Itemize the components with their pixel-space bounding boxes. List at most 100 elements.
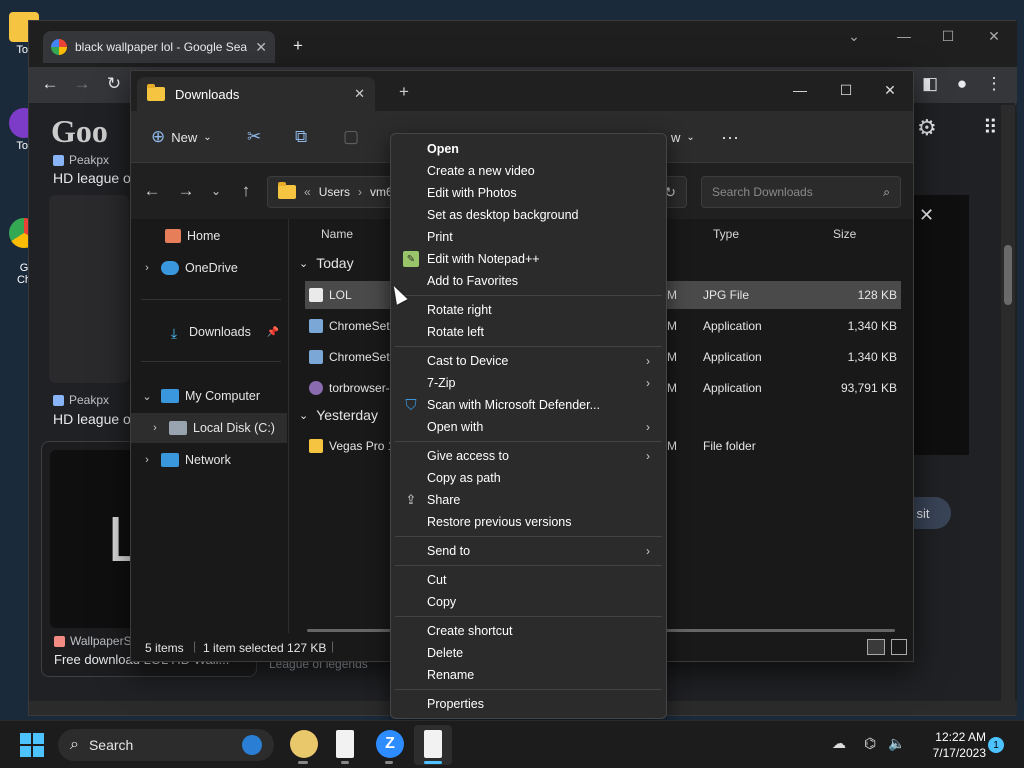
copy-button[interactable]: ⧉	[295, 125, 307, 149]
chevron-right-icon: ›	[646, 544, 650, 558]
forward-icon[interactable]: →	[173, 178, 199, 204]
nav-item-downloads[interactable]: ⤓ Downloads 📌	[131, 317, 287, 347]
column-header-name[interactable]: Name	[321, 227, 353, 241]
menu-item-print[interactable]: Print	[395, 226, 662, 248]
onedrive-offline-icon[interactable]: ☁	[832, 735, 846, 752]
maximize-button[interactable]: ☐	[831, 79, 861, 101]
tiles-view-icon[interactable]	[891, 639, 907, 655]
maximize-button[interactable]: ☐	[933, 25, 963, 47]
breadcrumb-users[interactable]: Users	[319, 185, 350, 199]
notification-badge[interactable]: 1	[988, 737, 1004, 753]
search-placeholder: Search Downloads	[712, 185, 813, 199]
settings-gear-icon[interactable]: ⚙	[917, 115, 937, 141]
column-header-size[interactable]: Size	[833, 227, 856, 241]
menu-item-rename[interactable]: Rename	[395, 664, 662, 686]
menu-item-restore-versions[interactable]: Restore previous versions	[395, 511, 662, 533]
menu-item-cut[interactable]: Cut	[395, 569, 662, 591]
cut-button[interactable]: ✂	[247, 125, 261, 149]
volume-icon[interactable]: 🔈	[888, 735, 905, 752]
minimize-button[interactable]: —	[889, 25, 919, 47]
recent-locations-icon[interactable]: ⌄	[203, 178, 229, 204]
up-icon[interactable]: ↑	[233, 178, 259, 204]
reload-icon[interactable]: ↻	[101, 71, 127, 97]
menu-item-notepad[interactable]: ✎ Edit with Notepad++	[395, 248, 662, 270]
new-tab-button[interactable]: +	[391, 79, 417, 105]
paste-button[interactable]: ▢	[343, 125, 359, 149]
tab-search-icon[interactable]: ⌄	[839, 25, 869, 47]
menu-item-delete[interactable]: Delete	[395, 642, 662, 664]
breadcrumb-overflow[interactable]: «	[304, 185, 311, 199]
scroll-thumb[interactable]	[1004, 245, 1012, 305]
taskbar-app-file-icon[interactable]	[424, 730, 442, 758]
view-button[interactable]: w ⌄	[671, 125, 695, 149]
menu-icon[interactable]: ⋮	[981, 71, 1007, 97]
menu-item-give-access[interactable]: Give access to ›	[395, 445, 662, 467]
more-options-icon[interactable]: ···	[721, 125, 739, 149]
nav-item-home[interactable]: Home	[131, 221, 287, 251]
explorer-tab[interactable]: Downloads ✕	[137, 77, 375, 111]
taskbar-app-zoom-icon[interactable]: Z	[376, 730, 404, 758]
menu-item-7zip[interactable]: 7-Zip ›	[395, 372, 662, 394]
column-header-type[interactable]: Type	[713, 227, 739, 241]
forward-icon[interactable]: →	[69, 71, 95, 97]
menu-item-create-video[interactable]: Create a new video	[395, 160, 662, 182]
taskbar-app-bee-icon[interactable]	[290, 730, 318, 758]
menu-item-add-favorites[interactable]: Add to Favorites	[395, 270, 662, 292]
taskbar-app-document-icon[interactable]	[336, 730, 354, 758]
chevron-right-icon[interactable]: ›	[147, 422, 163, 434]
nav-item-onedrive[interactable]: › OneDrive	[131, 253, 287, 283]
side-panel-icon[interactable]: ◧	[917, 71, 943, 97]
close-button[interactable]: ✕	[979, 25, 1009, 47]
apps-grid-icon[interactable]: ⠿	[983, 115, 998, 140]
menu-item-open[interactable]: Open	[395, 138, 662, 160]
menu-item-copy[interactable]: Copy	[395, 591, 662, 613]
minimize-button[interactable]: —	[785, 79, 815, 101]
chevron-down-icon[interactable]: ⌄	[139, 390, 155, 403]
nav-item-my-computer[interactable]: ⌄ My Computer	[131, 381, 287, 411]
close-tab-icon[interactable]: ✕	[255, 39, 267, 56]
close-tab-icon[interactable]: ✕	[354, 86, 365, 102]
profile-icon[interactable]: ●	[949, 71, 975, 97]
new-button[interactable]: ⊕ New ⌄	[151, 125, 212, 149]
download-arrow-icon: ⤓	[170, 325, 178, 341]
google-doodle[interactable]: Goo	[51, 113, 108, 150]
back-icon[interactable]: ←	[37, 71, 63, 97]
close-button[interactable]: ✕	[875, 79, 905, 101]
close-preview-icon[interactable]: ✕	[919, 205, 934, 226]
result-thumbnail[interactable]	[49, 195, 129, 383]
menu-item-defender[interactable]: ⛉ Scan with Microsoft Defender...	[395, 394, 662, 416]
menu-item-rotate-right[interactable]: Rotate right	[395, 299, 662, 321]
menu-item-create-shortcut[interactable]: Create shortcut	[395, 620, 662, 642]
result-title[interactable]: HD league o	[53, 170, 131, 186]
back-icon[interactable]: ←	[139, 178, 165, 204]
menu-item-edit-photos[interactable]: Edit with Photos	[395, 182, 662, 204]
menu-item-rotate-left[interactable]: Rotate left	[395, 321, 662, 343]
menu-item-send-to[interactable]: Send to ›	[395, 540, 662, 562]
taskbar-search[interactable]: ⌕ Search	[58, 729, 274, 761]
start-button[interactable]	[20, 733, 44, 757]
search-icon: ⌕	[883, 184, 890, 199]
menu-item-share[interactable]: ⇪ Share	[395, 489, 662, 511]
group-header-yesterday[interactable]: ⌄ Yesterday	[299, 407, 378, 423]
menu-item-properties[interactable]: Properties	[395, 693, 662, 715]
chevron-right-icon[interactable]: ›	[139, 454, 155, 466]
nav-item-local-disk[interactable]: › Local Disk (C:)	[131, 413, 287, 443]
search-icon: ⌕	[70, 736, 79, 753]
chrome-vertical-scrollbar[interactable]	[1001, 105, 1015, 705]
chrome-tab[interactable]: black wallpaper lol - Google Sear ✕	[43, 31, 275, 63]
search-input[interactable]: Search Downloads ⌕	[701, 176, 901, 208]
clock[interactable]: 12:22 AM 7/17/2023	[914, 729, 986, 761]
group-header-today[interactable]: ⌄ Today	[299, 255, 354, 271]
pin-icon[interactable]: 📌	[267, 327, 279, 338]
nav-item-network[interactable]: › Network	[131, 445, 287, 475]
menu-separator	[395, 441, 662, 442]
menu-item-copy-path[interactable]: Copy as path	[395, 467, 662, 489]
menu-item-cast[interactable]: Cast to Device ›	[395, 350, 662, 372]
network-icon[interactable]: ⌬	[864, 735, 876, 752]
details-view-icon[interactable]	[867, 639, 885, 655]
new-tab-button[interactable]: +	[285, 33, 311, 59]
chevron-right-icon[interactable]: ›	[139, 262, 155, 274]
menu-item-set-background[interactable]: Set as desktop background	[395, 204, 662, 226]
menu-item-open-with[interactable]: Open with ›	[395, 416, 662, 438]
result-title[interactable]: HD league o	[53, 411, 131, 427]
